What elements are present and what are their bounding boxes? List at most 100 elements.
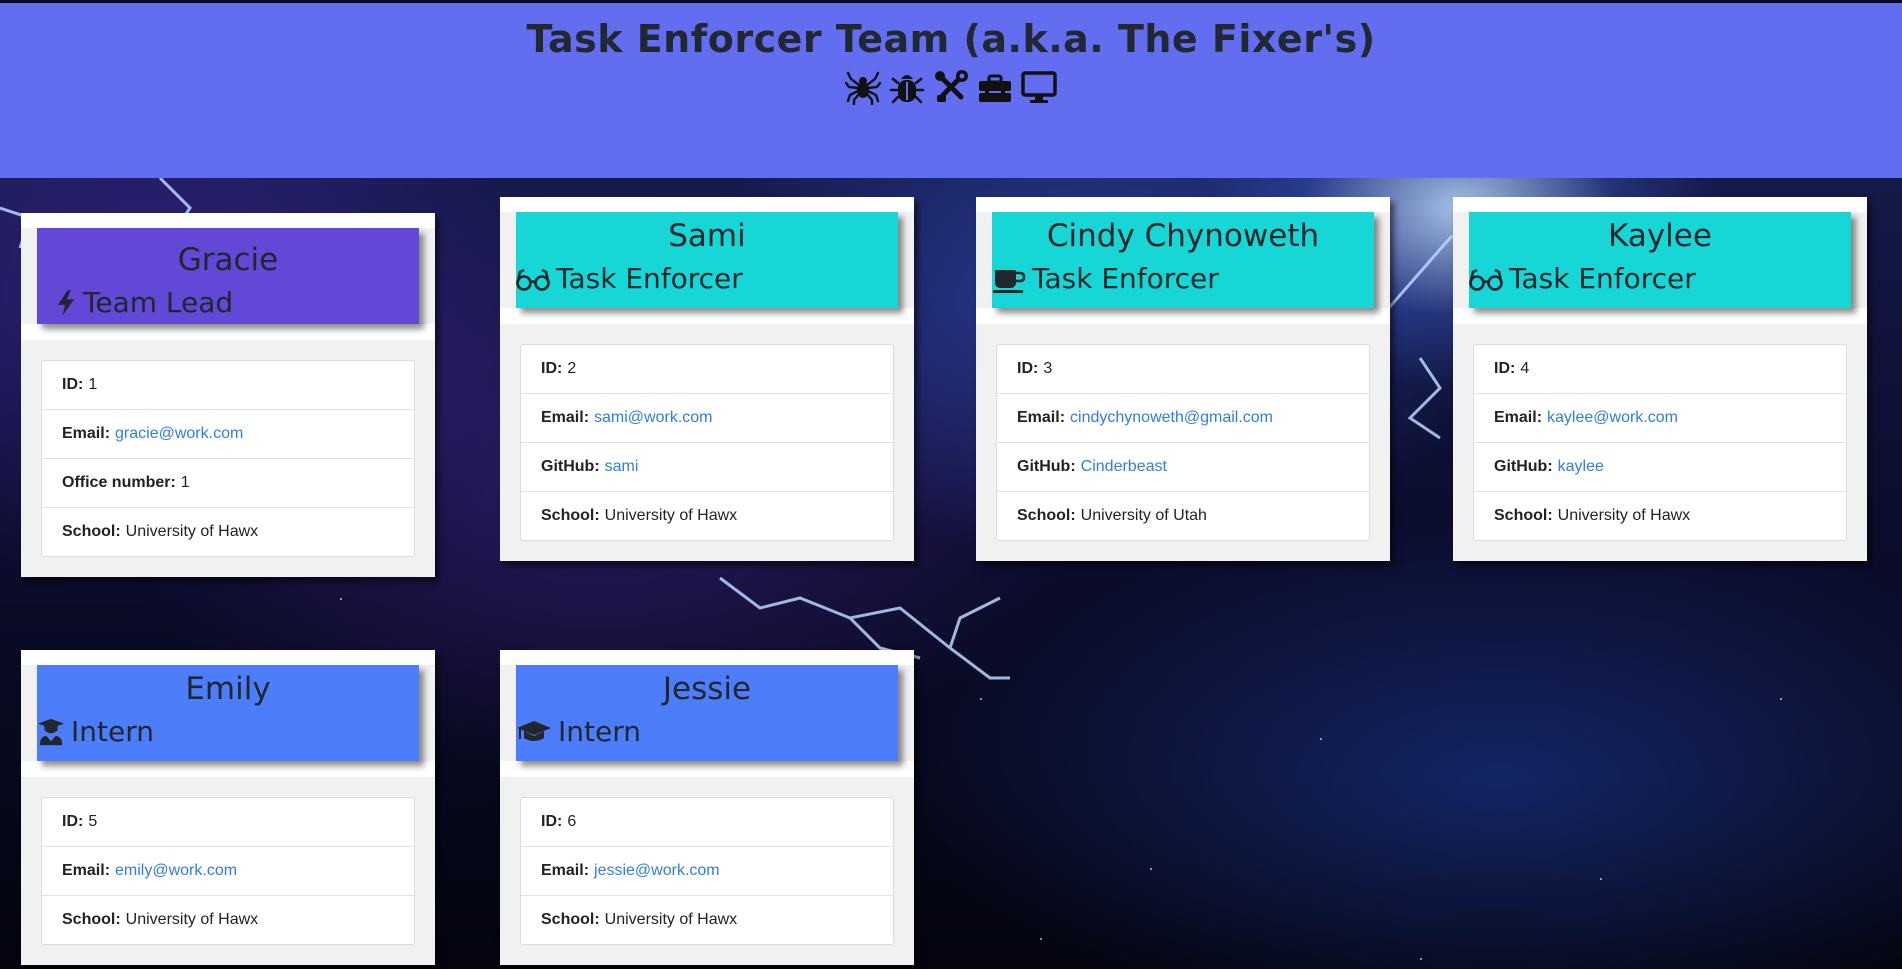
employee-role-label: Task Enforcer: [556, 262, 743, 295]
employee-role: Intern: [37, 715, 419, 748]
glasses-icon: [1469, 268, 1503, 291]
employee-role-label: Intern: [71, 715, 154, 748]
graduation-cap-icon: [517, 720, 551, 741]
github-link[interactable]: Cinderbeast: [1081, 458, 1167, 476]
employee-details: ID: 5 Email: emily@work.com School: Univers…: [41, 797, 415, 945]
card-header-spacer: [500, 308, 914, 324]
school-label: School:: [541, 911, 600, 928]
id-value: 2: [567, 360, 577, 377]
employee-id: ID: 3: [997, 345, 1369, 394]
card-header: Emily Intern: [37, 665, 419, 761]
employee-email: Email: kaylee@work.com: [1474, 394, 1846, 443]
employee-details: ID: 6 Email: jessie@work.com School: Univer…: [520, 797, 894, 945]
employee-details: ID: 2 Email: sami@work.com GitHub: sami Sch…: [520, 344, 894, 541]
employee-name: Kaylee: [1608, 218, 1712, 254]
school-label: School:: [62, 523, 121, 540]
employee-email: Email: emily@work.com: [42, 847, 414, 896]
employee-role: Task Enforcer: [516, 262, 898, 295]
employee-role-label: Intern: [558, 715, 641, 748]
card-header: Cindy Chynoweth Task Enforcer: [992, 212, 1374, 308]
github-link[interactable]: sami: [605, 458, 639, 476]
id-label: ID:: [541, 360, 563, 377]
employee-github: GitHub: kaylee: [1474, 443, 1846, 492]
employee-name: Jessie: [662, 671, 752, 707]
github-link[interactable]: kaylee: [1558, 458, 1604, 476]
employee-details: ID: 4 Email: kaylee@work.com GitHub: kaylee…: [1473, 344, 1847, 541]
id-value: 3: [1043, 360, 1053, 377]
employee-email: Email: sami@work.com: [521, 394, 893, 443]
spider-icon: [845, 71, 881, 105]
school-value: University of Hawx: [604, 507, 738, 524]
employee-card-emily: Emily Intern ID: 5 Email: emily@work.com S…: [21, 650, 435, 965]
email-link[interactable]: emily@work.com: [115, 862, 237, 880]
card-header: Jessie Intern: [516, 665, 898, 761]
card-header-spacer: [21, 761, 435, 777]
employee-id: ID: 4: [1474, 345, 1846, 394]
employee-role-label: Task Enforcer: [1509, 262, 1696, 295]
id-value: 6: [567, 813, 577, 830]
github-label: GitHub:: [1494, 458, 1553, 475]
github-label: GitHub:: [1017, 458, 1076, 475]
email-link[interactable]: kaylee@work.com: [1547, 409, 1678, 427]
employee-email: Email: gracie@work.com: [42, 410, 414, 459]
employee-name: Emily: [185, 671, 271, 707]
employee-card-jessie: Jessie Intern ID: 6 Email: jessie@work.com…: [500, 650, 914, 965]
employee-details: ID: 3 Email: cindychynoweth@gmail.com GitH…: [996, 344, 1370, 541]
email-label: Email:: [1017, 409, 1066, 426]
school-value: University of Hawx: [604, 911, 738, 928]
office-value: 1: [180, 474, 190, 491]
employee-id: ID: 5: [42, 798, 414, 847]
employee-card-cindy: Cindy Chynoweth Task Enforcer ID: 3 Email…: [976, 197, 1390, 561]
graduate-icon: [37, 718, 65, 745]
employee-id: ID: 1: [42, 361, 414, 410]
email-label: Email:: [541, 862, 590, 879]
email-label: Email:: [62, 425, 111, 442]
employee-card-kaylee: Kaylee Task Enforcer ID: 4 Email: kaylee@w…: [1453, 197, 1867, 561]
id-value: 1: [88, 376, 98, 393]
card-header: Sami Task Enforcer: [516, 212, 898, 308]
tools-icon: [935, 70, 968, 102]
employee-name: Cindy Chynoweth: [1046, 218, 1320, 254]
employee-office: Office number: 1: [42, 459, 414, 508]
page-title: Task Enforcer Team (a.k.a. The Fixer's): [526, 17, 1376, 61]
employee-name: Gracie: [177, 242, 279, 278]
school-label: School:: [541, 507, 600, 524]
github-label: GitHub:: [541, 458, 600, 475]
employee-card-gracie: Gracie Team Lead ID: 1 Email: gracie@work.…: [21, 213, 435, 577]
employee-name: Sami: [668, 218, 746, 254]
coffee-icon: [993, 269, 1026, 293]
id-value: 4: [1520, 360, 1530, 377]
bolt-icon: [57, 289, 75, 316]
employee-role: Task Enforcer: [992, 262, 1374, 295]
office-label: Office number:: [62, 474, 176, 491]
id-label: ID:: [541, 813, 563, 830]
employee-role-label: Team Lead: [83, 286, 234, 319]
employee-github: GitHub: Cinderbeast: [997, 443, 1369, 492]
card-header-spacer: [500, 761, 914, 777]
employee-id: ID: 6: [521, 798, 893, 847]
bug-icon: [889, 75, 925, 104]
email-label: Email:: [541, 409, 590, 426]
employee-role: Intern: [516, 715, 898, 748]
school-value: University of Hawx: [1557, 507, 1691, 524]
header-icon-row: [0, 69, 1902, 105]
employee-role: Task Enforcer: [1469, 262, 1851, 295]
employee-role: Team Lead: [37, 286, 419, 319]
id-label: ID:: [1494, 360, 1516, 377]
email-label: Email:: [1494, 409, 1543, 426]
email-label: Email:: [62, 862, 111, 879]
desktop-icon: [1021, 71, 1057, 103]
glasses-icon: [516, 268, 550, 291]
school-label: School:: [1494, 507, 1553, 524]
email-link[interactable]: gracie@work.com: [115, 425, 243, 443]
school-value: University of Hawx: [125, 911, 259, 928]
id-label: ID:: [62, 813, 84, 830]
school-value: University of Hawx: [125, 523, 259, 540]
email-link[interactable]: cindychynoweth@gmail.com: [1070, 409, 1273, 427]
email-link[interactable]: sami@work.com: [594, 409, 712, 427]
employee-school: School: University of Hawx: [42, 896, 414, 944]
school-label: School:: [1017, 507, 1076, 524]
email-link[interactable]: jessie@work.com: [594, 862, 720, 880]
page-header: Task Enforcer Team (a.k.a. The Fixer's): [0, 3, 1902, 178]
employee-github: GitHub: sami: [521, 443, 893, 492]
